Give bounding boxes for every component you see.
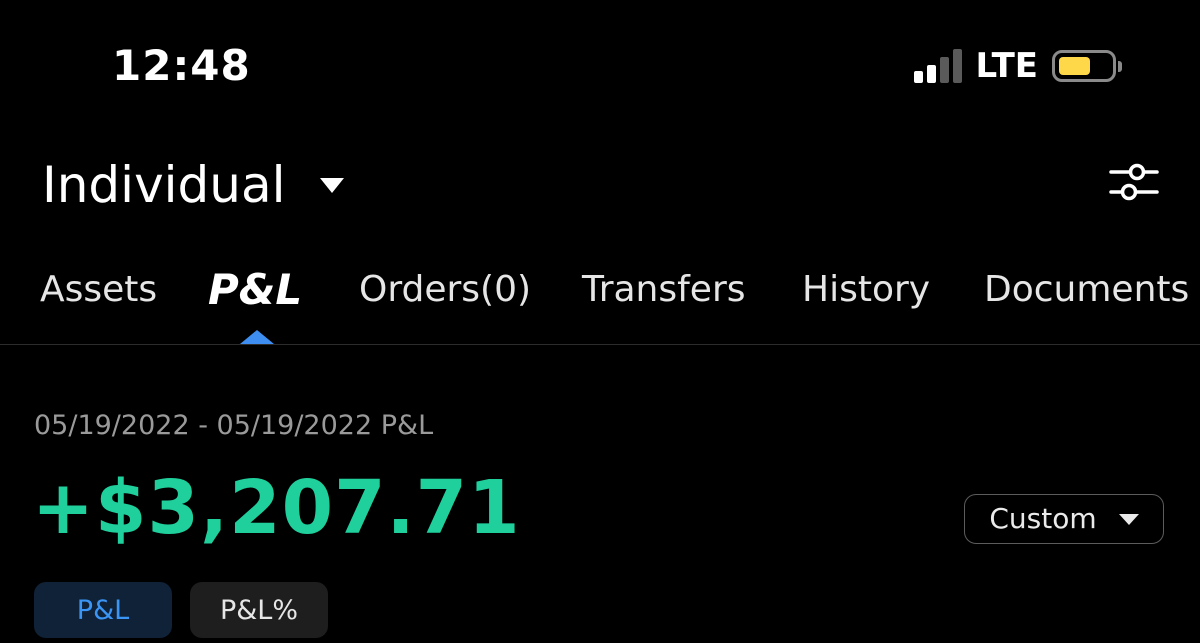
- status-indicators: LTE: [913, 46, 1122, 86]
- battery-icon: [1052, 50, 1116, 82]
- status-time: 12:48: [112, 41, 251, 90]
- date-range-dropdown[interactable]: Custom: [964, 494, 1164, 544]
- tab-history[interactable]: History: [802, 262, 930, 318]
- signal-icon: [913, 49, 962, 83]
- battery-cap: [1118, 60, 1122, 72]
- pnl-percent-toggle-button[interactable]: P&L%: [190, 582, 328, 638]
- tab-assets[interactable]: Assets: [40, 262, 157, 318]
- tab-orders[interactable]: Orders(0): [359, 262, 531, 318]
- pnl-date-range: 05/19/2022 - 05/19/2022 P&L: [34, 410, 434, 441]
- account-selector[interactable]: Individual: [42, 154, 344, 216]
- tab-pnl[interactable]: P&L: [208, 262, 302, 318]
- network-type: LTE: [975, 46, 1038, 86]
- account-name: Individual: [42, 156, 286, 214]
- caret-down-icon: [1118, 513, 1139, 525]
- caret-down-icon: [319, 177, 344, 193]
- tabs-divider: [0, 344, 1200, 345]
- tab-documents[interactable]: Documents: [984, 262, 1189, 318]
- tab-transfers[interactable]: Transfers: [582, 262, 746, 318]
- date-range-dropdown-label: Custom: [989, 502, 1097, 535]
- pnl-toggle-button[interactable]: P&L: [34, 582, 172, 638]
- active-tab-indicator: [240, 330, 274, 344]
- account-tabs: Assets P&L Orders(0) Transfers History D…: [0, 262, 1200, 318]
- sliders-icon[interactable]: [1108, 160, 1160, 204]
- pnl-value: +$3,207.71: [32, 465, 521, 551]
